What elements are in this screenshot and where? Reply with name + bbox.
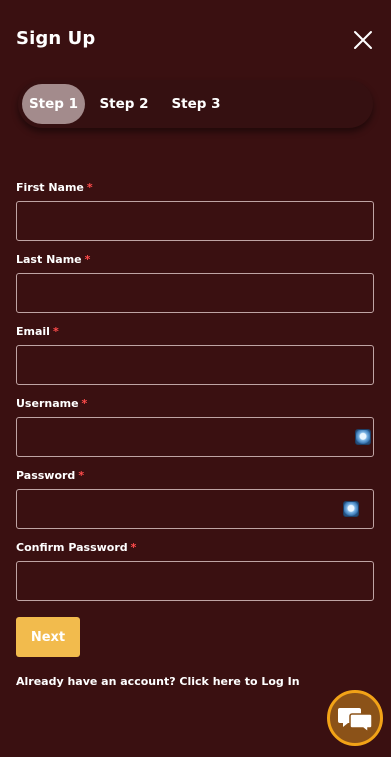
tab-step-1[interactable]: Step 1 bbox=[22, 84, 85, 124]
confirm-password-field[interactable] bbox=[16, 561, 374, 601]
confirm-password-label-text: Confirm Password bbox=[16, 541, 128, 554]
page-title: Sign Up bbox=[16, 28, 96, 49]
username-field[interactable] bbox=[16, 417, 374, 457]
password-label-text: Password bbox=[16, 469, 76, 482]
required-marker: * bbox=[78, 469, 85, 482]
email-label: Email * bbox=[16, 325, 59, 338]
last-name-label: Last Name * bbox=[16, 253, 90, 266]
chat-button[interactable] bbox=[327, 690, 383, 746]
next-button[interactable]: Next bbox=[16, 617, 80, 657]
tab-step-2[interactable]: Step 2 bbox=[93, 84, 155, 124]
username-label: Username * bbox=[16, 397, 87, 410]
email-label-text: Email bbox=[16, 325, 50, 338]
password-field[interactable] bbox=[16, 489, 374, 529]
required-marker: * bbox=[52, 325, 59, 338]
step-tabs: Step 1 Step 2 Step 3 bbox=[18, 80, 373, 128]
password-manager-icon[interactable] bbox=[355, 429, 371, 445]
email-field[interactable] bbox=[16, 345, 374, 385]
chat-bubbles-icon bbox=[338, 708, 373, 734]
first-name-field[interactable] bbox=[16, 201, 374, 241]
password-label: Password * bbox=[16, 469, 84, 482]
last-name-field[interactable] bbox=[16, 273, 374, 313]
signup-page: Sign Up Step 1 Step 2 Step 3 First Name *… bbox=[0, 0, 391, 757]
required-marker: * bbox=[81, 397, 88, 410]
header: Sign Up bbox=[0, 0, 391, 78]
required-marker: * bbox=[130, 541, 137, 554]
last-name-label-text: Last Name bbox=[16, 253, 82, 266]
tab-step-3[interactable]: Step 3 bbox=[164, 84, 228, 124]
close-icon[interactable] bbox=[350, 27, 376, 53]
first-name-label: First Name * bbox=[16, 181, 93, 194]
first-name-label-text: First Name bbox=[16, 181, 84, 194]
required-marker: * bbox=[84, 253, 91, 266]
required-marker: * bbox=[86, 181, 93, 194]
username-label-text: Username bbox=[16, 397, 79, 410]
login-link[interactable]: Already have an account? Click here to L… bbox=[16, 675, 300, 688]
password-manager-icon[interactable] bbox=[343, 501, 359, 517]
confirm-password-label: Confirm Password * bbox=[16, 541, 136, 554]
